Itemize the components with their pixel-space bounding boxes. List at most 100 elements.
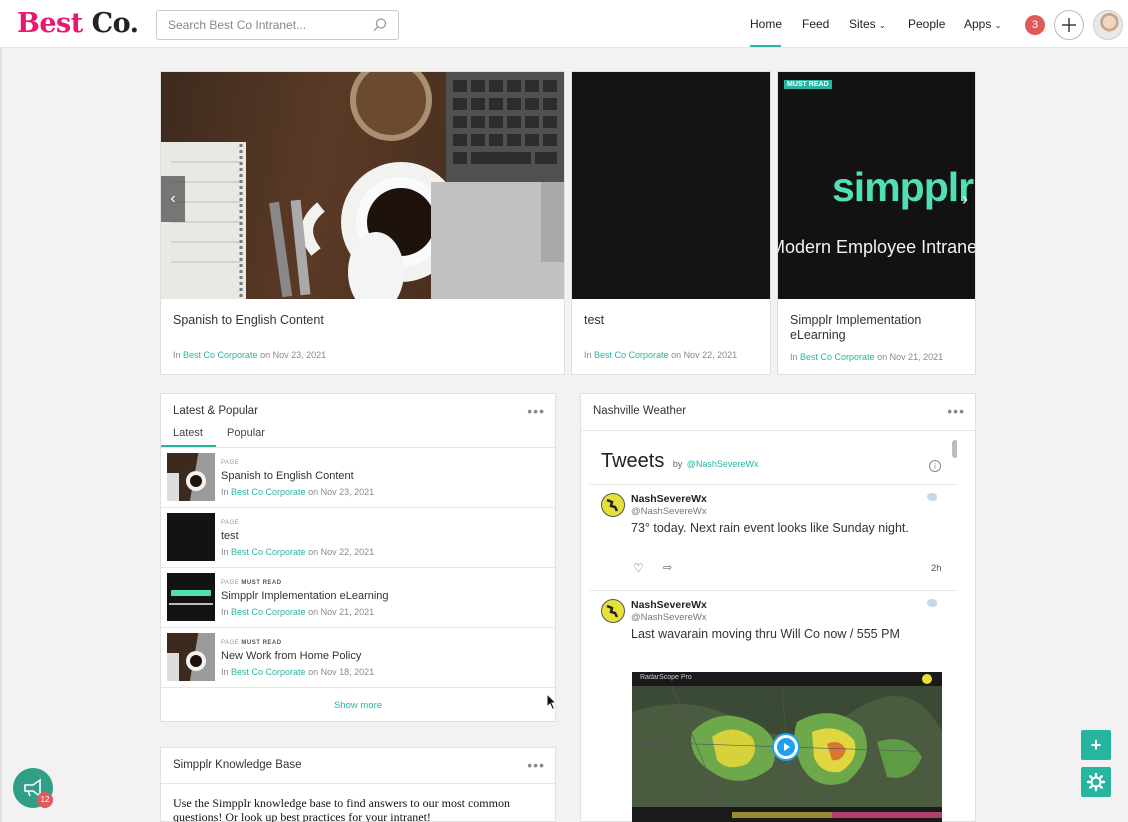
tweet[interactable]: NashSevereWx @NashSevereWx 73° today. Ne… (589, 485, 957, 590)
carousel-card-title[interactable]: test (584, 313, 604, 328)
top-navigation-bar: Best Co. Home Feed Sites ⌄ People Apps ⌄… (0, 0, 1128, 48)
carousel-card-title[interactable]: Simpplr Implementation eLearning (790, 313, 965, 343)
create-button[interactable] (1054, 10, 1084, 40)
plus-icon: + (1090, 735, 1102, 755)
site-link[interactable]: Best Co Corporate (231, 667, 306, 677)
twitter-bird-icon (927, 599, 937, 607)
item-meta: In Best Co Corporate on Nov 18, 2021 (221, 667, 375, 677)
carousel-card-2[interactable]: test In Best Co Corporate on Nov 22, 202… (571, 71, 771, 375)
tweet-author-name[interactable]: NashSevereWx (631, 493, 707, 505)
chevron-down-icon: ⌄ (994, 21, 1002, 30)
simpplr-logo-mark (171, 590, 211, 596)
item-meta: In Best Co Corporate on Nov 23, 2021 (221, 487, 375, 497)
nav-sites-label: Sites (849, 17, 876, 31)
site-link[interactable]: Best Co Corporate (231, 487, 306, 497)
play-button-icon[interactable] (772, 733, 800, 761)
image-tagline: The Modern Employee Intranet (778, 237, 975, 257)
plus-icon (1062, 18, 1076, 32)
carousel-card-title[interactable]: Spanish to English Content (173, 313, 324, 328)
mouse-cursor-icon (546, 693, 558, 711)
twitter-bird-icon (927, 493, 937, 501)
notification-badge[interactable]: 3 (1025, 15, 1045, 35)
tweet-author-name[interactable]: NashSevereWx (631, 599, 707, 611)
nav-people[interactable]: People (908, 17, 945, 31)
item-thumbnail (167, 513, 215, 561)
site-link[interactable]: Best Co Corporate (800, 352, 875, 362)
search-input[interactable] (168, 18, 368, 32)
item-meta: In Best Co Corporate on Nov 22, 2021 (221, 547, 375, 557)
tweet-text: Last wavarain moving thru Will Co now / … (631, 627, 900, 641)
tweet-author-handle: @NashSevereWx (631, 612, 707, 623)
nav-apps[interactable]: Apps ⌄ (964, 17, 1001, 31)
left-edge-strip (0, 48, 2, 822)
show-more-link[interactable]: Show more (161, 700, 555, 711)
nav-apps-label: Apps (964, 17, 992, 31)
feedback-button[interactable]: 12 (13, 768, 53, 808)
settings-button[interactable] (1081, 767, 1111, 797)
content-type-label: PAGE MUST READ (221, 640, 282, 646)
simpplr-logo-text: simpplr (832, 164, 974, 210)
carousel-card-3[interactable]: MUST READ simpplr The Modern Employee In… (777, 71, 976, 375)
carousel-prev-button[interactable]: ‹ (161, 176, 185, 222)
list-item[interactable]: PAGE Spanish to English Content In Best … (161, 447, 555, 507)
nav-feed[interactable]: Feed (802, 17, 829, 31)
tagline-mark (169, 603, 213, 605)
more-options-icon[interactable]: ••• (527, 757, 545, 773)
widget-title: Simpplr Knowledge Base (173, 759, 302, 771)
tweet[interactable]: NashSevereWx @NashSevereWx Last wavarain… (589, 591, 957, 822)
nav-sites[interactable]: Sites ⌄ (849, 17, 886, 31)
carousel-card-meta: In Best Co Corporate on Nov 23, 2021 (173, 350, 327, 360)
more-options-icon[interactable]: ••• (947, 403, 965, 419)
nav-home[interactable]: Home (750, 17, 782, 31)
knowledge-base-text: Use the Simpplr knowledge base to find a… (173, 796, 510, 822)
twitter-handle-link[interactable]: @NashSevereWx (687, 459, 759, 469)
tab-latest[interactable]: Latest (173, 427, 203, 439)
tweet-avatar (601, 493, 625, 517)
feedback-count-badge: 12 (37, 792, 53, 808)
tweet-text: 73° today. Next rain event looks like Su… (631, 521, 909, 535)
share-icon[interactable]: ⇨ (663, 561, 672, 574)
like-icon[interactable]: ♡ (633, 561, 644, 575)
site-link[interactable]: Best Co Corporate (183, 350, 258, 360)
scrollbar[interactable] (951, 440, 957, 822)
more-options-icon[interactable]: ••• (527, 403, 545, 419)
divider (581, 430, 975, 431)
carousel-card-1[interactable]: ‹ Spanish to English Content In Best Co … (160, 71, 565, 375)
tab-popular[interactable]: Popular (227, 427, 265, 439)
site-link[interactable]: Best Co Corporate (231, 607, 306, 617)
item-title[interactable]: New Work from Home Policy (221, 650, 361, 662)
widget-title: Latest & Popular (173, 405, 259, 417)
user-avatar[interactable] (1093, 10, 1123, 40)
search-icon[interactable] (372, 17, 388, 38)
item-title[interactable]: Simpplr Implementation eLearning (221, 590, 389, 602)
scrollbar-thumb[interactable] (952, 440, 957, 458)
item-title[interactable]: test (221, 530, 239, 542)
must-read-badge: MUST READ (784, 80, 832, 89)
site-link[interactable]: Best Co Corporate (231, 547, 306, 557)
add-widget-button[interactable]: + (1081, 730, 1111, 760)
item-thumbnail (167, 633, 215, 681)
list-item[interactable]: PAGE MUST READ New Work from Home Policy… (161, 627, 555, 687)
widget-title: Nashville Weather (593, 405, 687, 417)
latest-popular-widget: Latest & Popular ••• Latest Popular PAGE… (160, 393, 556, 722)
list-item[interactable]: PAGE MUST READ Simpplr Implementation eL… (161, 567, 555, 627)
tweet-timestamp[interactable]: 2h (931, 563, 942, 574)
carousel-image-simpplr: MUST READ simpplr The Modern Employee In… (778, 72, 975, 299)
item-thumbnail (167, 453, 215, 501)
item-title[interactable]: Spanish to English Content (221, 470, 354, 482)
item-meta: In Best Co Corporate on Nov 21, 2021 (221, 607, 375, 617)
company-logo[interactable]: Best Co. (17, 8, 139, 39)
weather-widget: Nashville Weather ••• Tweets by @NashSev… (580, 393, 976, 822)
item-thumbnail (167, 573, 215, 621)
list-item[interactable]: PAGE test In Best Co Corporate on Nov 22… (161, 507, 555, 567)
search-box[interactable] (156, 10, 399, 40)
tweet-author-handle: @NashSevereWx (631, 506, 707, 517)
divider (161, 783, 555, 784)
info-icon[interactable]: i (929, 460, 941, 472)
carousel-next-button[interactable]: › (955, 189, 975, 209)
radar-video-thumbnail[interactable]: RadarScope Pro (632, 672, 942, 822)
logo-text-best: Best (17, 8, 83, 39)
twitter-timeline: Tweets by @NashSevereWx i NashSevereWx @… (589, 440, 957, 822)
logo-text-co: Co. (91, 8, 139, 39)
site-link[interactable]: Best Co Corporate (594, 350, 669, 360)
